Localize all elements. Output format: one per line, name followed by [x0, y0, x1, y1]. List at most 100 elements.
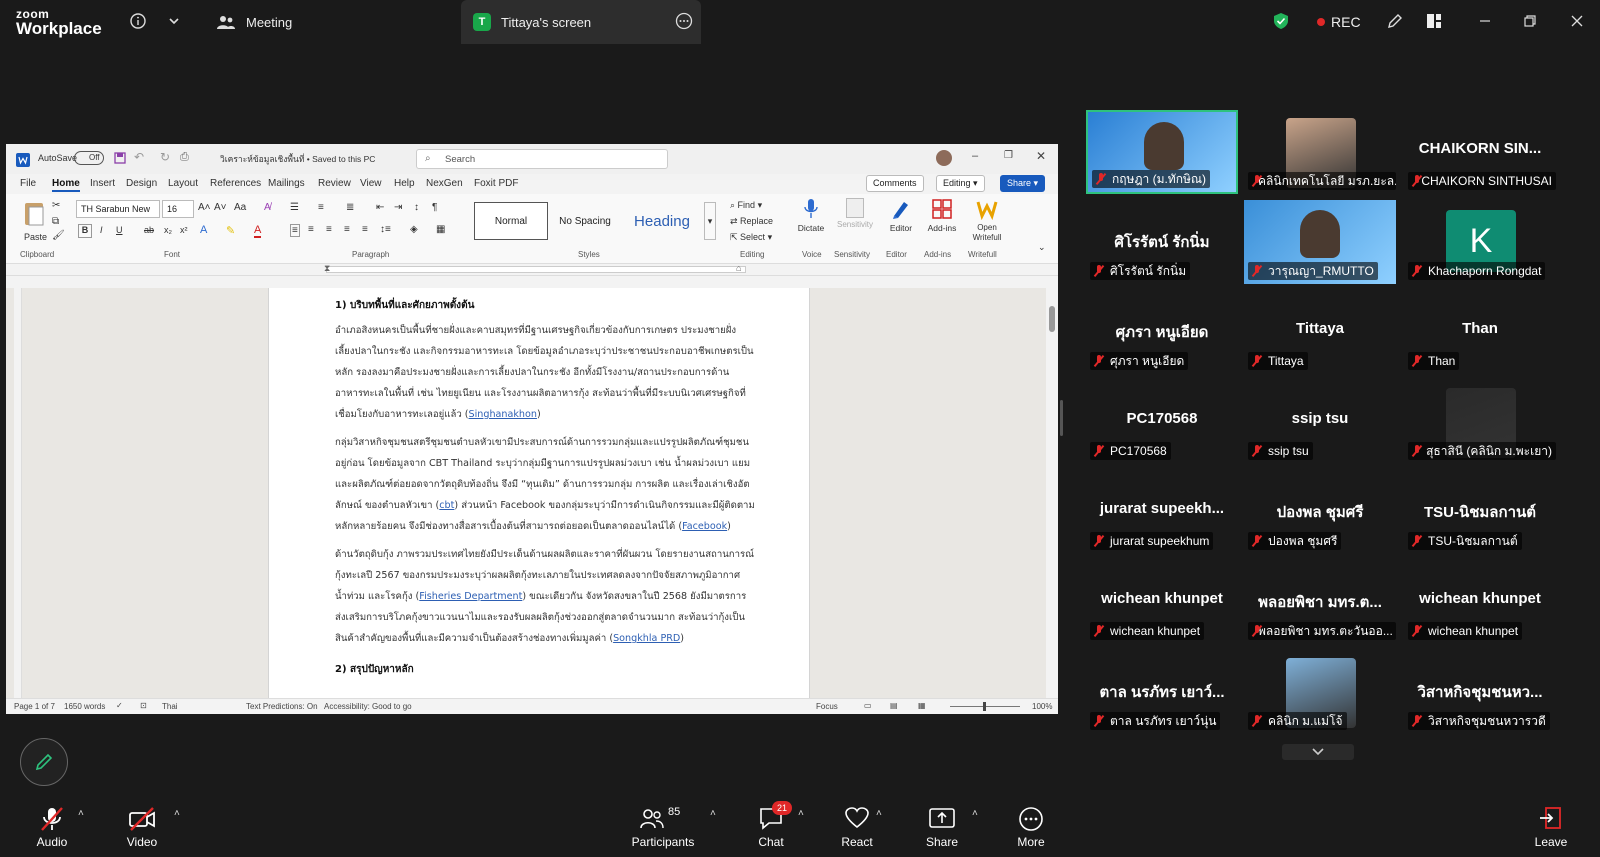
- right-indent-marker-icon[interactable]: ⌂: [736, 263, 741, 273]
- pen-icon[interactable]: [1384, 10, 1406, 32]
- close-icon[interactable]: [1566, 10, 1588, 32]
- react-options-caret[interactable]: ˄: [876, 808, 882, 819]
- style-no-spacing[interactable]: No Spacing: [548, 202, 622, 240]
- word-restore-icon[interactable]: ❐: [1004, 150, 1013, 161]
- participant-tile[interactable]: สุธาสินี (คลินิก ม.พะเยา): [1404, 380, 1556, 464]
- gallery-next-page-button[interactable]: [1282, 744, 1354, 760]
- participants-button[interactable]: 85 Participants: [630, 806, 696, 849]
- styles-more-icon[interactable]: ▾: [704, 202, 716, 240]
- tab-meeting[interactable]: Meeting: [216, 0, 456, 44]
- vertical-scrollbar[interactable]: [1046, 288, 1058, 698]
- participants-options-caret[interactable]: ˄: [710, 808, 716, 819]
- print-preview-icon[interactable]: ⎙: [180, 151, 189, 164]
- restore-icon[interactable]: [1519, 10, 1541, 32]
- participant-tile[interactable]: K Khachaporn Rongdat: [1404, 200, 1556, 284]
- focus-button[interactable]: Focus: [816, 702, 838, 711]
- document-title[interactable]: วิเคราะห์ข้อมูลเชิงพื้นที่ • Saved to th…: [220, 152, 375, 166]
- open-writefull-button[interactable]: Open Writefull: [964, 198, 1010, 248]
- menu-home[interactable]: Home: [52, 178, 80, 192]
- status-page[interactable]: Page 1 of 7: [14, 702, 55, 711]
- grow-font-icon[interactable]: A˄: [198, 202, 211, 213]
- participant-tile[interactable]: ศุภรา หนูเอียด ศุภรา หนูเอียด: [1086, 290, 1238, 374]
- chat-button[interactable]: 21 Chat: [756, 801, 792, 849]
- redo-icon[interactable]: ↻: [160, 150, 170, 164]
- style-heading[interactable]: Heading: [622, 202, 702, 240]
- increase-indent-icon[interactable]: ⇥: [394, 202, 402, 213]
- link-songkhla-prd[interactable]: Songkhla PRD: [613, 633, 680, 644]
- copy-icon[interactable]: ⧉: [52, 216, 59, 227]
- indent-marker-icon[interactable]: ⧗: [324, 263, 330, 274]
- show-marks-icon[interactable]: ¶: [432, 202, 437, 213]
- bold-icon[interactable]: B: [78, 224, 92, 238]
- bullets-icon[interactable]: ☰: [290, 202, 299, 213]
- participant-tile[interactable]: กฤษฎา (ม.ทักษิณ): [1086, 110, 1238, 194]
- word-search-box[interactable]: ⌕ Search: [416, 149, 668, 169]
- style-normal[interactable]: Normal: [474, 202, 548, 240]
- text-effects-icon[interactable]: A: [200, 224, 207, 236]
- word-minimize-icon[interactable]: –: [972, 150, 978, 162]
- menu-nexgen[interactable]: NexGen: [426, 178, 463, 189]
- line-spacing-icon[interactable]: ↕≡: [380, 224, 391, 235]
- editing-mode-button[interactable]: Editing ▾: [936, 175, 985, 192]
- status-text-predictions[interactable]: Text Predictions: On: [246, 702, 318, 711]
- strikethrough-icon[interactable]: ab: [144, 225, 154, 235]
- layout-icon[interactable]: [1423, 10, 1445, 32]
- tab-shared-screen[interactable]: T Tittaya's screen: [461, 0, 701, 44]
- multilevel-list-icon[interactable]: ≣: [346, 202, 354, 213]
- zoom-slider[interactable]: [950, 702, 1020, 711]
- video-options-caret[interactable]: ˄: [174, 808, 180, 819]
- menu-design[interactable]: Design: [126, 178, 157, 189]
- link-singhanakhon[interactable]: Singhanakhon: [469, 409, 537, 420]
- superscript-icon[interactable]: x²: [180, 225, 188, 235]
- align-center-icon[interactable]: ≡: [308, 224, 314, 235]
- add-ins-button[interactable]: Add-ins: [924, 198, 960, 248]
- change-case-icon[interactable]: Aa: [234, 202, 246, 213]
- menu-view[interactable]: View: [360, 178, 382, 189]
- more-options-icon[interactable]: [675, 12, 693, 33]
- word-close-icon[interactable]: ✕: [1036, 149, 1046, 163]
- status-accessibility[interactable]: Accessibility: Good to go: [324, 702, 412, 711]
- more-button[interactable]: More: [1016, 806, 1046, 849]
- info-icon[interactable]: [127, 10, 149, 32]
- link-cbt[interactable]: cbt: [439, 500, 454, 511]
- find-button[interactable]: ⌕ Find ▾: [730, 200, 762, 211]
- participant-tile[interactable]: CHAIKORN SIN... CHAIKORN SINTHUSAI: [1404, 110, 1556, 194]
- menu-file[interactable]: File: [20, 178, 36, 189]
- shrink-font-icon[interactable]: A˅: [214, 202, 227, 213]
- sort-icon[interactable]: ↕: [414, 202, 419, 213]
- accessibility-mode-icon[interactable]: ⊡: [140, 701, 147, 710]
- status-words[interactable]: 1650 words: [64, 702, 105, 711]
- italic-icon[interactable]: I: [100, 225, 103, 235]
- dictate-button[interactable]: Dictate: [796, 198, 826, 248]
- participant-tile[interactable]: ศิโรรัตน์ รักนิ่ม ศิโรรัตน์ รักนิ่ม: [1086, 200, 1238, 284]
- subscript-icon[interactable]: x₂: [164, 225, 172, 235]
- paste-button[interactable]: [22, 200, 46, 230]
- share-screen-button[interactable]: Share: [925, 806, 959, 849]
- audio-button[interactable]: Audio: [34, 806, 70, 849]
- save-icon[interactable]: [114, 152, 126, 167]
- menu-foxit-pdf[interactable]: Foxit PDF: [474, 178, 518, 189]
- sensitivity-button[interactable]: Sensitivity: [834, 198, 876, 248]
- shading-icon[interactable]: ◈: [410, 224, 418, 235]
- annotate-button[interactable]: [20, 738, 68, 786]
- participant-tile[interactable]: PC170568 PC170568: [1086, 380, 1238, 464]
- select-button[interactable]: ⇱ Select ▾: [730, 232, 772, 243]
- link-fisheries-department[interactable]: Fisheries Department: [419, 591, 522, 602]
- video-button[interactable]: Video: [124, 806, 160, 849]
- participant-tile[interactable]: พลอยพิชา มทร.ต... พลอยพิชา มทร.ตะวันออ...: [1244, 560, 1396, 644]
- panel-resize-handle[interactable]: [1060, 400, 1063, 436]
- participant-tile[interactable]: คลินิกเทคโนโลยี มรภ.ยะล...: [1244, 110, 1396, 194]
- share-options-caret[interactable]: ˄: [972, 808, 978, 819]
- autosave-toggle[interactable]: Off: [74, 151, 104, 165]
- borders-icon[interactable]: ▦: [436, 224, 445, 235]
- align-right-icon[interactable]: ≡: [326, 224, 332, 235]
- align-left-icon[interactable]: ≡: [290, 224, 300, 237]
- underline-icon[interactable]: U: [116, 225, 123, 235]
- numbering-icon[interactable]: ≡: [318, 202, 324, 213]
- decrease-indent-icon[interactable]: ⇤: [376, 202, 384, 213]
- format-painter-icon[interactable]: 🖌: [52, 230, 65, 241]
- read-mode-icon[interactable]: ▭: [864, 701, 872, 710]
- participant-tile[interactable]: wichean khunpet wichean khunpet: [1086, 560, 1238, 644]
- participant-tile[interactable]: wichean khunpet wichean khunpet: [1404, 560, 1556, 644]
- comments-button[interactable]: Comments: [866, 175, 924, 192]
